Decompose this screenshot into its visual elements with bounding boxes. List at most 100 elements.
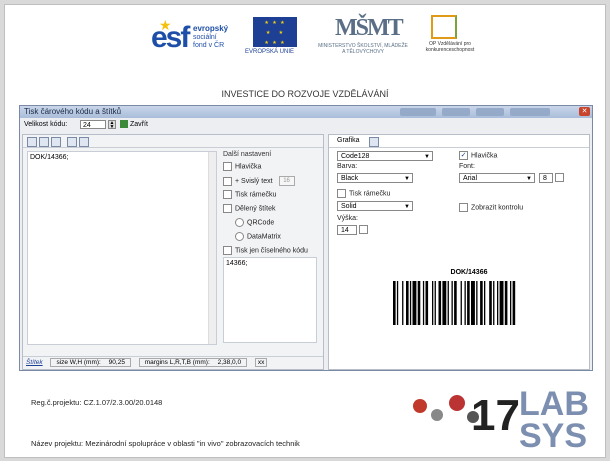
- esf-caption: evropský sociální fond v ČR: [193, 24, 229, 50]
- barcode-bar: [447, 281, 449, 325]
- grid-icon[interactable]: [369, 137, 379, 147]
- barcode-bar: [484, 281, 486, 325]
- code-text-area[interactable]: DOK/14366;: [27, 151, 217, 345]
- background-tab: [476, 108, 504, 116]
- qrcode-radio[interactable]: QRCode: [223, 218, 319, 232]
- molecule-node: [431, 409, 443, 421]
- add-icon[interactable]: [27, 137, 37, 147]
- show-control-checkbox[interactable]: Zobrazit kontrolu: [459, 203, 523, 212]
- molecule-node: [413, 399, 427, 413]
- code-list[interactable]: 14366;: [223, 257, 317, 343]
- tab-graphics[interactable]: Grafika: [333, 137, 364, 144]
- font-select[interactable]: Arial ▼: [459, 173, 535, 183]
- frame-checkbox-right[interactable]: Tisk rámečku: [337, 189, 390, 198]
- height-input[interactable]: 14: [337, 225, 357, 235]
- line-style-select[interactable]: Solid ▼: [337, 201, 413, 211]
- color-select[interactable]: Black ▼: [337, 173, 413, 183]
- barcode-bar: [412, 281, 417, 325]
- eu-caption: EVROPSKÁ UNIE: [245, 49, 295, 55]
- msmt-caption: MINISTERSTVO ŠKOLSTVÍ, MLÁDEŽE A TĚLOVÝC…: [318, 43, 408, 55]
- code-type-select[interactable]: Code128 ▼: [337, 151, 433, 161]
- project-name: Název projektu: Mezinárodní spolupráce v…: [31, 439, 300, 448]
- op-icon: [431, 15, 457, 39]
- barcode-bar: [499, 281, 504, 325]
- vertical-text-stepper[interactable]: 16: [278, 176, 295, 186]
- close-button[interactable]: Zavřít: [120, 120, 148, 129]
- height-label: Výška:: [337, 215, 359, 222]
- window-title: Tisk čárového kódu a štítků: [24, 107, 122, 116]
- barcode-bar: [434, 281, 436, 325]
- preview-icon[interactable]: [51, 137, 61, 147]
- barcode-bar: [406, 281, 409, 325]
- header-checkbox[interactable]: Hlavička: [223, 162, 319, 176]
- barcode-bar: [396, 281, 399, 325]
- esf-logo: ★ esf evropský sociální fond v ČR: [151, 17, 241, 59]
- molecule-node: [449, 395, 465, 411]
- barcode-bar: [432, 281, 434, 325]
- size-input[interactable]: 24: [80, 120, 106, 129]
- size-label: Velikost kódu:: [24, 121, 68, 128]
- status-bar: Štítek size W,H (mm): 90,25 margins L,R,…: [23, 356, 323, 369]
- settings-icon[interactable]: [79, 137, 89, 147]
- edit-icon[interactable]: [67, 137, 77, 147]
- eu-stars-icon: ★ ★ ★ ★ ★ ★ ★ ★: [264, 20, 286, 46]
- print-icon[interactable]: [39, 137, 49, 147]
- font-size-stepper[interactable]: [555, 173, 567, 182]
- barcode-bar: [393, 281, 396, 325]
- extra-segment: xx: [254, 358, 268, 367]
- label-link[interactable]: Štítek: [26, 359, 43, 366]
- barcode-bar: [460, 281, 462, 325]
- barcode-bar: [422, 281, 425, 325]
- editor-toolbar: [23, 135, 323, 148]
- logo-sys: SYS: [519, 417, 588, 455]
- barcode-bar: [451, 281, 453, 325]
- vertical-text-checkbox[interactable]: + Svislý text 16: [223, 176, 319, 190]
- esf-brand: esf: [151, 21, 190, 54]
- header-checkbox-right[interactable]: Hlavička: [459, 151, 497, 160]
- msmt-brand: MŠMT: [335, 15, 404, 41]
- barcode-bar: [480, 281, 483, 325]
- font-label: Font:: [459, 163, 475, 170]
- graphics-panel: Grafika Code128 ▼ Barva: Black ▼ Tisk ráme…: [328, 134, 590, 370]
- split-label-checkbox[interactable]: Dělený štítek: [223, 204, 319, 218]
- op-logo: OP Vzdělávání pro konkurenceschopnost: [419, 15, 481, 57]
- color-label: Barva:: [337, 163, 358, 170]
- barcode-bar: [471, 281, 475, 325]
- barcode-bars: [393, 281, 516, 325]
- barcode-bar: [454, 281, 457, 325]
- barcode-window: Tisk čárového kódu a štítků ✕ Velikost k…: [19, 105, 593, 371]
- barcode-bar: [493, 281, 495, 325]
- op-caption: OP Vzdělávání pro konkurenceschopnost: [425, 41, 475, 53]
- barcode-bar: [510, 281, 512, 325]
- barcode-bar: [402, 281, 404, 325]
- logo-strip: ★ esf evropský sociální fond v ČR ★ ★ ★ ★…: [5, 13, 605, 73]
- datamatrix-radio[interactable]: DataMatrix: [223, 232, 319, 246]
- settings-header: Další nastavení: [223, 151, 272, 158]
- frame-checkbox[interactable]: Tisk rámečku: [223, 190, 319, 204]
- barcode-bar: [504, 281, 508, 325]
- exit-icon: [120, 120, 128, 129]
- size-segment: size W,H (mm): 90,25: [50, 358, 131, 367]
- font-size-select[interactable]: 8: [539, 173, 553, 183]
- top-toolbar: Velikost kódu: 24 ▲ ▼ Zavřít: [20, 118, 592, 132]
- project-reg: Reg.č.projektu: CZ.1.07/2.3.00/20.0148: [31, 398, 163, 407]
- slide: ★ esf evropský sociální fond v ČR ★ ★ ★ ★…: [4, 4, 606, 458]
- height-stepper[interactable]: [359, 225, 371, 234]
- window-titlebar: Tisk čárového kódu a štítků ✕: [20, 106, 592, 118]
- barcode-bar: [512, 281, 516, 325]
- barcode-bar: [417, 281, 421, 325]
- barcode-bar: [497, 281, 499, 325]
- tab-bar: Grafika: [329, 135, 589, 148]
- slogan: INVESTICE DO ROZVOJE VZDĚLÁVÁNÍ: [221, 89, 389, 99]
- barcode-bar: [442, 281, 447, 325]
- barcode-bar: [476, 281, 478, 325]
- barcode-bar: [409, 281, 412, 325]
- barcode-bar: [464, 281, 466, 325]
- background-tab: [400, 108, 436, 116]
- logo-number: 17: [471, 391, 520, 440]
- size-stepper[interactable]: ▲ ▼: [108, 120, 116, 130]
- barcode-bar: [467, 281, 470, 325]
- close-icon[interactable]: ✕: [579, 107, 590, 116]
- scrollbar[interactable]: [208, 152, 216, 344]
- margins-segment: margins L,R,T,B (mm): 2,38,0,0: [138, 358, 248, 367]
